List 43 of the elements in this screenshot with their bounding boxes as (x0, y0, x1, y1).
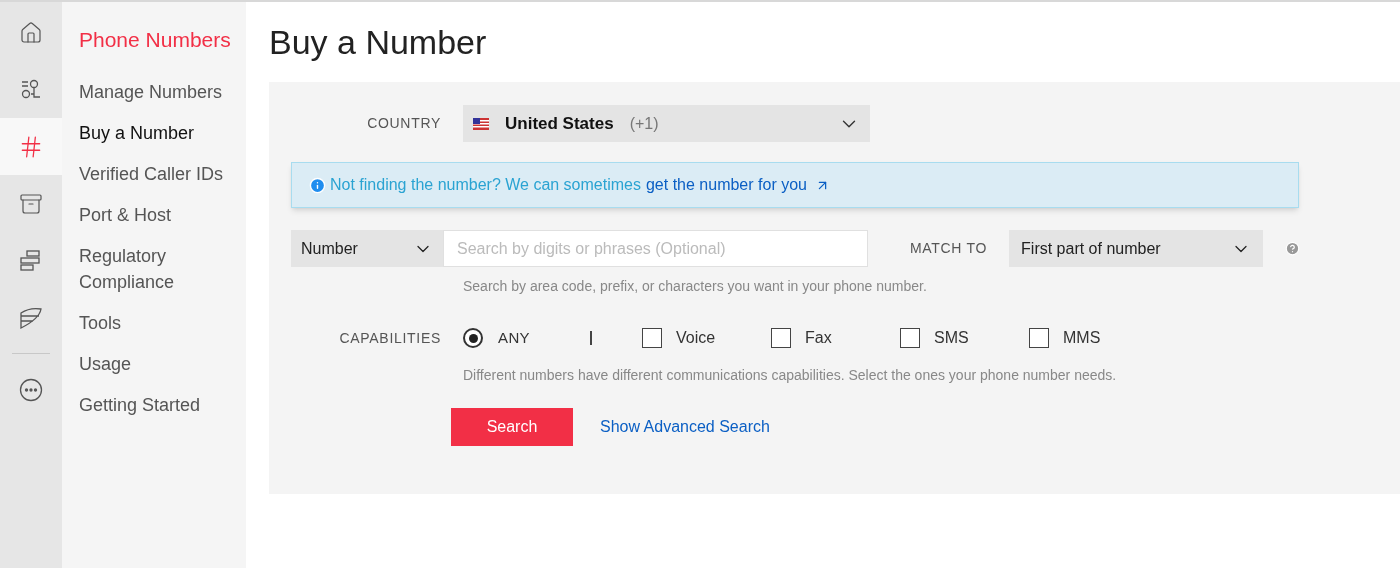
sidebar-item[interactable]: Buy a Number (79, 112, 246, 154)
blocks-icon (19, 249, 43, 272)
country-label: COUNTRY (366, 114, 441, 133)
option-label: MMS (1062, 328, 1101, 348)
country-select[interactable]: United States (+1) (463, 105, 870, 142)
match-select[interactable]: First part of number (1009, 230, 1263, 267)
banner-text: Not finding the number? We can sometimes (330, 175, 641, 195)
option-label: SMS (933, 328, 969, 348)
sidebar-title: Phone Numbers (79, 27, 232, 53)
option-label: ANY (498, 327, 530, 348)
advanced-search-link[interactable]: Show Advanced Search (600, 415, 770, 439)
search-button[interactable]: Search (451, 408, 573, 446)
option-label: Fax (804, 328, 832, 348)
help-icon[interactable] (1285, 241, 1300, 256)
sidebar-item[interactable]: Getting Started (79, 384, 246, 426)
match-label: MATCH TO (909, 239, 988, 258)
sidebar-item[interactable]: Regulatory Compliance (79, 235, 246, 303)
checkbox[interactable] (899, 328, 920, 348)
search-type-select[interactable]: Number (291, 230, 443, 267)
checkbox[interactable] (770, 328, 791, 348)
archive-icon (19, 191, 43, 216)
rail-item[interactable] (0, 118, 62, 175)
page-title: Buy a Number (269, 22, 488, 62)
sidebar-item[interactable]: Port & Host (79, 194, 246, 236)
sidebar-item[interactable]: Usage (79, 343, 246, 385)
checkbox[interactable] (641, 328, 662, 348)
sidebar-item[interactable]: Verified Caller IDs (79, 153, 246, 195)
search-field[interactable]: Search by digits or phrases (Optional) (442, 230, 868, 267)
flag-icon (473, 117, 489, 130)
checkbox[interactable] (1028, 328, 1049, 348)
more-icon (19, 377, 43, 402)
capabilities-hint: Different numbers have different communications capabilities. Select the ones your phone number needs. (463, 366, 1118, 385)
capabilities-label: CAPABILITIES (338, 328, 441, 348)
radio-button[interactable] (463, 328, 483, 348)
wing-icon (19, 306, 43, 329)
search-hint: Search by area code, prefix, or characters you want in your phone number. (463, 277, 928, 296)
home-icon (19, 20, 43, 45)
info-icon (309, 176, 326, 194)
banner-link[interactable]: get the number for you (645, 173, 830, 197)
sidebar-item[interactable]: Tools (79, 302, 246, 344)
option-label: Voice (675, 328, 716, 348)
sidebar-item[interactable]: Manage Numbers (79, 71, 246, 113)
nodes-icon (20, 78, 42, 101)
